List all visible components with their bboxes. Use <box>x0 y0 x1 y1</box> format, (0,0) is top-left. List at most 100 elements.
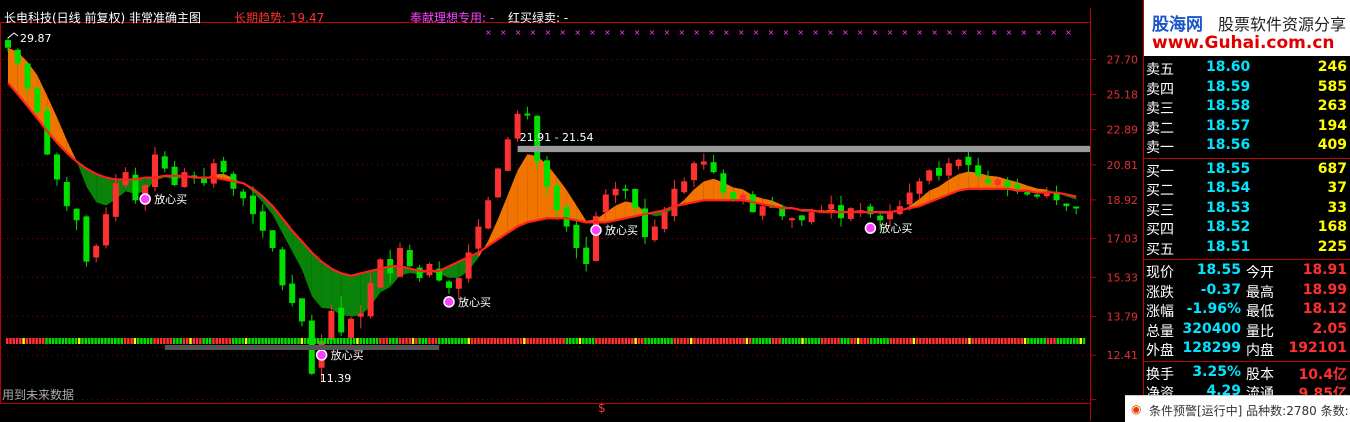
signal-strip-tick <box>735 338 739 344</box>
candle-body <box>622 188 629 191</box>
special-marker: × <box>887 28 894 37</box>
candle-body <box>720 173 727 193</box>
signal-strip-tick <box>804 338 808 344</box>
quote-price: 18.59 <box>1206 78 1251 95</box>
signal-strip-tick <box>470 338 474 344</box>
signal-strip-tick <box>516 338 520 344</box>
trend-band-segment <box>694 181 704 203</box>
signal-strip-tick <box>1004 338 1007 344</box>
quote-volume: 263 <box>1317 98 1347 114</box>
special-marker: × <box>902 28 909 37</box>
sell-level: 卖四 18.59 585 <box>1144 78 1350 98</box>
axis-tick-label: 15.33 <box>1107 271 1139 284</box>
signal-strip-tick <box>32 338 35 344</box>
signal-strip-tick <box>699 338 703 344</box>
candle-body <box>632 188 639 209</box>
candle-body <box>1034 194 1040 197</box>
signal-strip-tick <box>212 338 215 344</box>
quote-label: 卖三 <box>1146 101 1174 117</box>
candle-body <box>259 211 266 231</box>
signal-strip-tick <box>179 338 182 344</box>
signal-strip-tick <box>352 338 356 344</box>
special-marker: × <box>649 28 656 37</box>
signal-strip-tick <box>657 338 660 344</box>
quote-volume: 409 <box>1317 137 1347 153</box>
buy-signal-icon <box>443 296 455 308</box>
signal-strip-tick <box>922 338 925 344</box>
quote-volume: 246 <box>1317 59 1347 75</box>
signal-strip-tick <box>356 338 359 344</box>
special-marker: × <box>1006 28 1013 37</box>
signal-strip-tick <box>591 338 595 344</box>
signal-strip-tick <box>987 338 991 344</box>
stat-label: 现价 <box>1146 265 1174 281</box>
signal-strip-tick <box>644 338 647 344</box>
signal-strip-tick <box>186 338 189 344</box>
buy-level: 买五 18.51 225 <box>1144 238 1350 258</box>
signal-strip-tick <box>202 338 205 344</box>
signal-strip-tick <box>552 338 556 344</box>
quote-price: 18.60 <box>1206 59 1251 75</box>
signal-strip-tick <box>598 338 601 344</box>
candle-body <box>681 181 688 193</box>
signal-strip-tick <box>870 338 873 344</box>
signal-strip-tick <box>388 338 392 344</box>
signal-strip-tick <box>824 338 827 344</box>
signal-strip-tick <box>500 338 503 344</box>
axis-tick-label: 13.79 <box>1107 310 1139 323</box>
candle-body <box>504 139 511 171</box>
signal-strip-tick <box>798 338 801 344</box>
signal-strip-tick <box>316 338 320 344</box>
stat-label: 涨跌 <box>1146 284 1174 301</box>
signal-strip-tick <box>778 338 781 344</box>
candle-body <box>553 185 560 211</box>
high-marker-icon <box>7 32 19 39</box>
buy-signal-label: 放心买 <box>154 192 187 206</box>
quote-volume: 168 <box>1317 219 1347 235</box>
signal-strip-tick <box>274 338 277 344</box>
signal-strip-tick <box>660 338 664 344</box>
signal-strip-tick <box>542 338 546 344</box>
signal-strip-tick <box>827 338 830 344</box>
candle-body <box>1004 180 1011 187</box>
signal-strip-tick <box>621 338 624 344</box>
signal-strip-tick <box>1063 338 1066 344</box>
signal-strip-tick <box>441 338 444 344</box>
sell-level: 卖一 18.56 409 <box>1144 136 1350 156</box>
signal-strip-tick <box>974 338 978 344</box>
signal-strip-tick <box>510 338 513 344</box>
signal-strip-tick <box>595 338 598 344</box>
signal-strip-tick <box>490 338 493 344</box>
signal-strip-tick <box>676 338 680 344</box>
signal-strip-tick <box>830 338 834 344</box>
signal-strip-tick <box>451 338 454 344</box>
signal-strip-tick <box>634 338 637 344</box>
signal-strip-tick <box>421 338 425 344</box>
candle-body <box>357 313 364 317</box>
stat-row: 涨跌 -0.37 最高 18.99 <box>1144 281 1350 301</box>
candle-body <box>1024 192 1031 195</box>
candle-body <box>955 159 962 167</box>
stat-value: -1.96% <box>1186 301 1241 317</box>
candle-body <box>563 207 570 227</box>
signal-strip-tick <box>631 338 634 344</box>
logo-main: 股海网 <box>1152 15 1203 35</box>
signal-strip-tick <box>218 338 222 344</box>
price-chart[interactable]: 27.70 25.18 22.89 20.81 18.92 17.03 15.33 13.79… <box>0 0 1143 421</box>
logo-sub: 股票软件资源分享 <box>1218 15 1347 34</box>
signal-strip-tick <box>847 338 850 344</box>
special-marker: × <box>872 28 879 37</box>
special-marker: × <box>589 28 596 37</box>
signal-strip-tick <box>277 338 281 344</box>
signal-strip-tick <box>460 338 464 344</box>
stat-label: 涨幅 <box>1146 304 1174 320</box>
alert-bar[interactable]: ◉ 条件预警[运行中] 品种数:2780 条数: <box>1125 395 1350 422</box>
candle-body <box>485 200 492 229</box>
signal-strip-tick <box>424 338 428 344</box>
signal-strip-tick <box>673 338 677 344</box>
signal-strip-tick <box>231 338 235 344</box>
candle-body <box>700 161 707 165</box>
signal-strip-tick <box>555 338 559 344</box>
signal-strip-tick <box>189 338 192 344</box>
signal-strip-tick <box>876 338 880 344</box>
